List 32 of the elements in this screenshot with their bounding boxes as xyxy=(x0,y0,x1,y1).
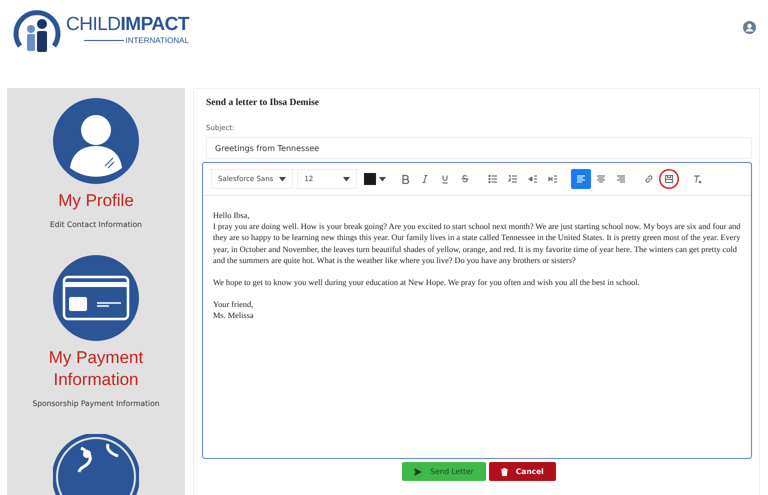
align-right-icon xyxy=(616,174,626,184)
numbered-list-icon xyxy=(508,174,518,184)
toolbar-button[interactable] xyxy=(571,169,592,189)
align-center-icon xyxy=(596,174,606,184)
sidebar-link[interactable]: My Profile xyxy=(21,190,171,212)
globe-icon xyxy=(53,434,139,495)
italic-icon xyxy=(420,174,430,184)
link-icon xyxy=(644,174,654,184)
toolbar-button[interactable] xyxy=(659,169,680,189)
indent-icon xyxy=(548,174,558,184)
clear-formatting-icon xyxy=(692,174,702,184)
sidebar-link[interactable]: My Payment Information xyxy=(21,347,171,391)
bullet-list-icon xyxy=(488,174,498,184)
user-avatar-icon[interactable] xyxy=(743,21,756,34)
form-heading: Send a letter to Ibsa Demise xyxy=(206,98,320,108)
align-left-icon xyxy=(576,174,586,184)
logo-name: CHILDIMPACT xyxy=(66,14,189,36)
letter-editor[interactable] xyxy=(202,162,752,459)
underline-icon xyxy=(440,174,450,184)
trash-icon xyxy=(500,468,508,476)
subject-field[interactable]: Greetings from Tennessee xyxy=(206,137,752,159)
send-icon xyxy=(414,468,422,476)
caret-icon xyxy=(279,176,286,182)
caret-icon xyxy=(343,176,350,182)
letter-text: Hello Ibsa, I pray you are doing well. How is your break going? Are you excited to start school next month? We are just starting school now. My boys are six and four and they are so happy to be learning new things this year. Our family lives in a state called Tennessee in the United States. It is pretty green most of the year. Every year, in October and November, the leaves turn beautiful shades of yellow, orange, and red. It is my favorite time of year here. The winters can get pretty cold and the summers are quite hot. What is the weather like where you live? Do you have any brothers or sisters? We hope to get to know you well during your education at New Hope. We pray for you often and wish you all the best in school. Your friend, Ms. Melissa xyxy=(212,210,742,322)
outdent-icon xyxy=(528,174,538,184)
logo-tagline: INTERNATIONAL xyxy=(126,36,189,44)
caret-icon xyxy=(379,176,386,182)
profile-icon xyxy=(53,98,139,184)
bold-icon xyxy=(400,174,410,184)
credit-card-icon xyxy=(53,255,139,341)
strikethrough-icon xyxy=(460,174,470,184)
